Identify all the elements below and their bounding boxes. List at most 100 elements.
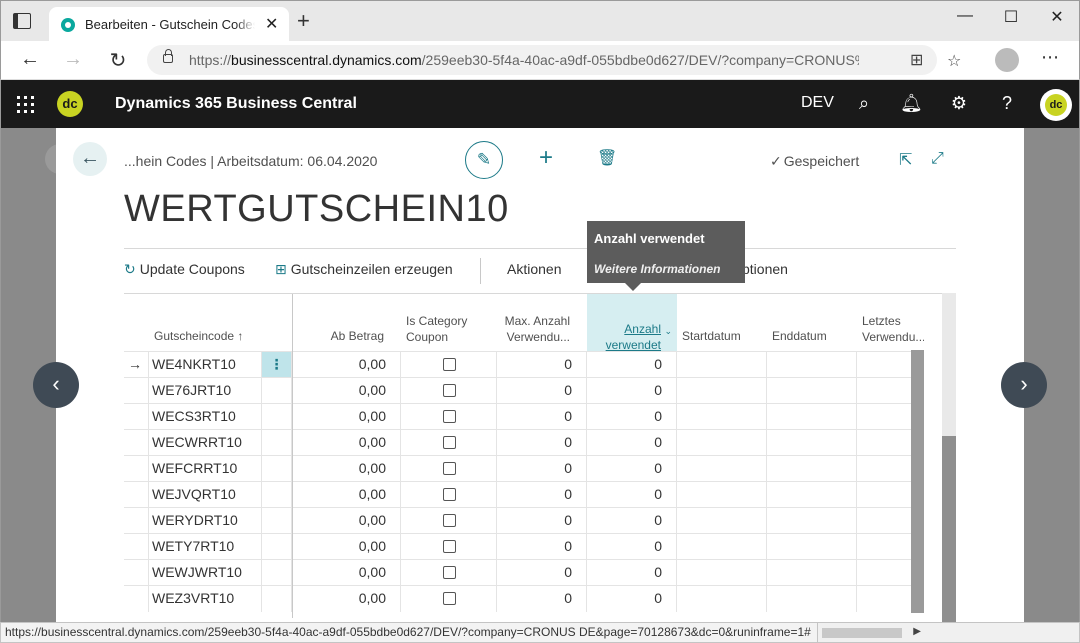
cell-amount[interactable]: 0,00	[292, 482, 401, 508]
col-header-max-used[interactable]: Max. Anzahl Verwendu...	[497, 313, 570, 345]
is-category-checkbox[interactable]	[443, 384, 456, 397]
cell-amount[interactable]: 0,00	[292, 352, 401, 378]
cell-start[interactable]	[677, 586, 767, 612]
tab-actions-icon[interactable]	[13, 13, 31, 29]
cell-end[interactable]	[767, 404, 857, 430]
cell-amount[interactable]: 0,00	[292, 560, 401, 586]
scroll-right-arrow-icon[interactable]: ▶	[913, 626, 921, 637]
horizontal-scroll-thumb[interactable]	[822, 628, 902, 638]
row-menu[interactable]	[262, 378, 292, 404]
tooltip-more-info-link[interactable]: Weitere Informationen	[594, 262, 720, 276]
cell-used[interactable]: 0	[587, 482, 677, 508]
delete-trash-button[interactable]: 🗑︎	[597, 148, 617, 168]
previous-record-button[interactable]: ‹	[33, 362, 79, 408]
cell-amount[interactable]: 0,00	[292, 508, 401, 534]
cell-start[interactable]	[677, 378, 767, 404]
app-launcher-icon[interactable]	[17, 96, 34, 113]
cell-used[interactable]: 0	[587, 430, 677, 456]
cell-used[interactable]: 0	[587, 534, 677, 560]
window-close-button[interactable]: ✕	[1042, 7, 1072, 27]
row-menu[interactable]	[262, 508, 292, 534]
cell-code[interactable]: WERYDRT10	[148, 508, 262, 534]
options-menu[interactable]: ptionen	[742, 261, 788, 277]
is-category-checkbox[interactable]	[443, 514, 456, 527]
row-menu[interactable]	[262, 560, 292, 586]
cell-code[interactable]: WEJVQRT10	[148, 482, 262, 508]
cell-end[interactable]	[767, 482, 857, 508]
horizontal-scrollbar[interactable]: ▶	[818, 622, 1080, 643]
col-header-start[interactable]: Startdatum	[682, 328, 741, 344]
is-category-checkbox[interactable]	[443, 592, 456, 605]
generate-lines-action[interactable]: ⊞ Gutscheinzeilen erzeugen	[275, 261, 453, 278]
cell-amount[interactable]: 0,00	[292, 534, 401, 560]
cell-code[interactable]: WE4NKRT10	[148, 352, 262, 378]
cell-used[interactable]: 0	[587, 352, 677, 378]
cell-max-used[interactable]: 0	[497, 586, 587, 612]
cell-end[interactable]	[767, 378, 857, 404]
cell-max-used[interactable]: 0	[497, 482, 587, 508]
settings-gear-icon[interactable]: ⚙	[948, 93, 970, 114]
grid-vertical-scrollbar[interactable]	[911, 350, 924, 613]
table-row[interactable]: WEZ3VRT10 0,00 0 0	[124, 585, 924, 612]
more-menu-icon[interactable]: ⋯	[1041, 47, 1059, 68]
browser-tab[interactable]: Bearbeiten - Gutschein Codes - \ ✕	[49, 7, 289, 42]
cell-max-used[interactable]: 0	[497, 560, 587, 586]
refresh-icon[interactable]: ↻	[104, 48, 132, 73]
row-menu-icon[interactable]: ⋮	[262, 352, 292, 378]
new-plus-button[interactable]: +	[534, 145, 558, 171]
cell-used[interactable]: 0	[587, 586, 677, 612]
col-header-used[interactable]: Anzahl verwendet ⌄	[587, 294, 677, 352]
cell-amount[interactable]: 0,00	[292, 378, 401, 404]
cell-code[interactable]: WE76JRT10	[148, 378, 262, 404]
environment-label[interactable]: DEV	[801, 94, 834, 112]
chevron-down-icon[interactable]: ⌄	[664, 326, 672, 337]
cell-start[interactable]	[677, 456, 767, 482]
cell-max-used[interactable]: 0	[497, 430, 587, 456]
is-category-checkbox[interactable]	[443, 540, 456, 553]
help-icon[interactable]: ?	[996, 93, 1018, 114]
cell-max-used[interactable]: 0	[497, 378, 587, 404]
table-row[interactable]: WETY7RT10 0,00 0 0	[124, 533, 924, 560]
cell-start[interactable]	[677, 482, 767, 508]
cell-amount[interactable]: 0,00	[292, 404, 401, 430]
cell-amount[interactable]: 0,00	[292, 430, 401, 456]
cell-end[interactable]	[767, 508, 857, 534]
is-category-checkbox[interactable]	[443, 436, 456, 449]
cell-start[interactable]	[677, 560, 767, 586]
cell-code[interactable]: WETY7RT10	[148, 534, 262, 560]
cell-max-used[interactable]: 0	[497, 534, 587, 560]
row-menu[interactable]	[262, 482, 292, 508]
minimize-button[interactable]: —	[950, 7, 980, 25]
maximize-button[interactable]: ☐	[996, 7, 1026, 27]
cell-used[interactable]: 0	[587, 508, 677, 534]
favorites-star-icon[interactable]: ☆	[947, 51, 961, 71]
col-header-is-category[interactable]: Is Category Coupon	[406, 313, 467, 345]
cell-start[interactable]	[677, 534, 767, 560]
cell-end[interactable]	[767, 430, 857, 456]
cell-used[interactable]: 0	[587, 456, 677, 482]
table-row[interactable]: WECS3RT10 0,00 0 0	[124, 403, 924, 430]
cell-end[interactable]	[767, 456, 857, 482]
is-category-checkbox[interactable]	[443, 358, 456, 371]
search-icon[interactable]: ⌕	[853, 93, 875, 114]
user-avatar[interactable]: dc	[1040, 89, 1072, 121]
cell-start[interactable]	[677, 430, 767, 456]
open-new-window-icon[interactable]: ⇱	[899, 150, 912, 170]
table-row[interactable]: WERYDRT10 0,00 0 0	[124, 507, 924, 534]
update-coupons-action[interactable]: ↻ Update Coupons	[124, 261, 245, 278]
cell-code[interactable]: WEFCRRT10	[148, 456, 262, 482]
table-row[interactable]: WE76JRT10 0,00 0 0	[124, 377, 924, 404]
cell-max-used[interactable]: 0	[497, 456, 587, 482]
cell-max-used[interactable]: 0	[497, 352, 587, 378]
cell-amount[interactable]: 0,00	[292, 456, 401, 482]
page-scrollbar-thumb[interactable]	[942, 436, 956, 623]
cell-start[interactable]	[677, 508, 767, 534]
row-menu[interactable]	[262, 404, 292, 430]
tab-close-icon[interactable]: ✕	[265, 14, 278, 34]
cell-amount[interactable]: 0,00	[292, 586, 401, 612]
split-screen-icon[interactable]: ⊞	[910, 50, 923, 70]
expand-icon[interactable]: ⤢	[931, 150, 944, 168]
edit-pencil-button[interactable]: ✎	[465, 141, 503, 179]
cell-code[interactable]: WECWRRT10	[148, 430, 262, 456]
is-category-checkbox[interactable]	[443, 462, 456, 475]
